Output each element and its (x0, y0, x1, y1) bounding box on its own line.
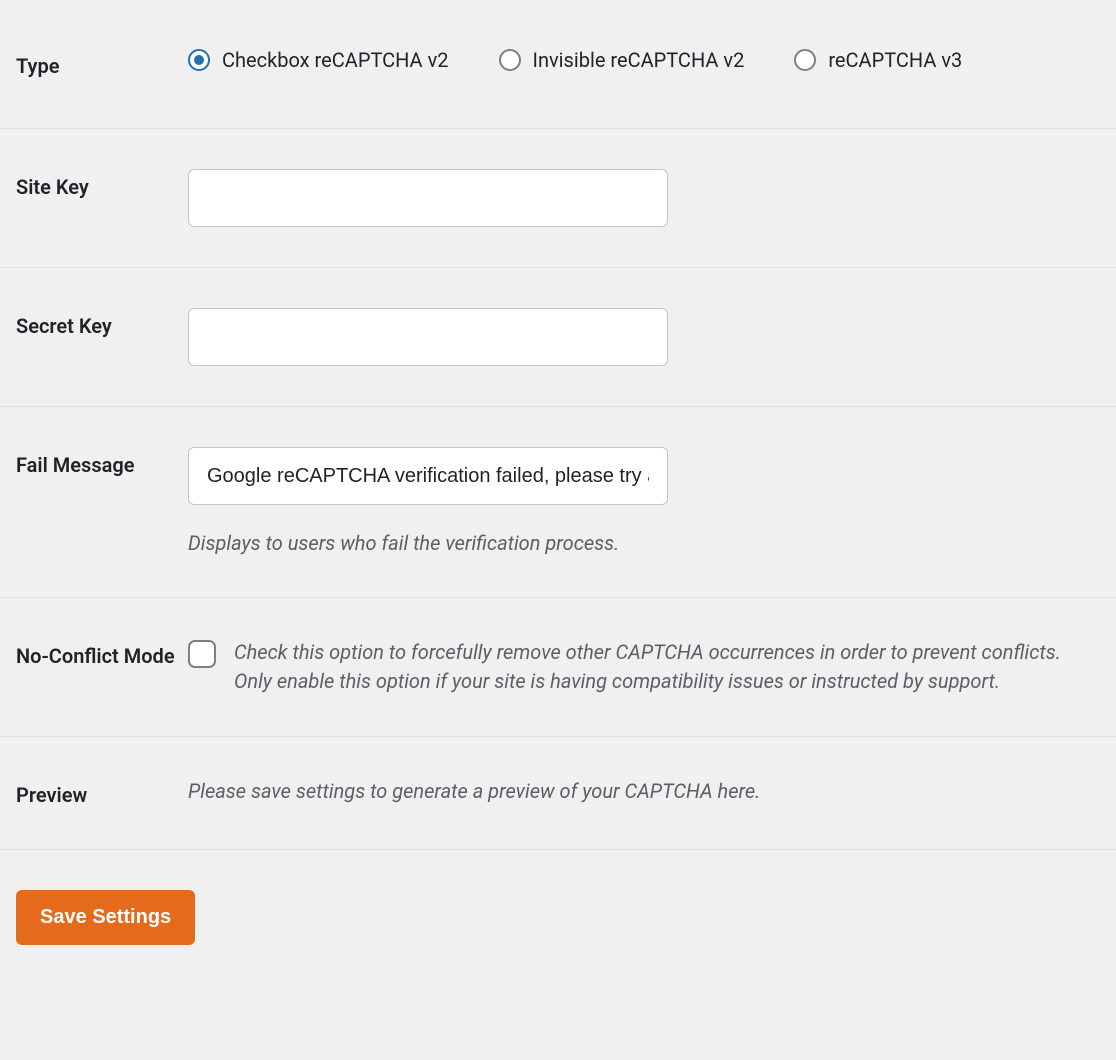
secret-key-input[interactable] (188, 308, 668, 366)
type-label: Type (16, 48, 188, 80)
radio-label: Checkbox reCAPTCHA v2 (222, 48, 449, 72)
radio-label: reCAPTCHA v3 (828, 48, 962, 72)
secret-key-label: Secret Key (16, 308, 188, 340)
site-key-content (188, 169, 1100, 227)
type-radio-invisible-v2[interactable]: Invisible reCAPTCHA v2 (499, 48, 745, 72)
preview-content: Please save settings to generate a previ… (188, 777, 1100, 805)
fail-message-label: Fail Message (16, 447, 188, 479)
no-conflict-label: No-Conflict Mode (16, 638, 188, 670)
type-content: Checkbox reCAPTCHA v2 Invisible reCAPTCH… (188, 48, 1100, 72)
radio-icon (188, 49, 210, 71)
preview-row: Preview Please save settings to generate… (0, 737, 1116, 850)
type-row: Type Checkbox reCAPTCHA v2 Invisible reC… (0, 0, 1116, 129)
preview-label: Preview (16, 777, 188, 809)
type-radio-checkbox-v2[interactable]: Checkbox reCAPTCHA v2 (188, 48, 449, 72)
no-conflict-content: Check this option to forcefully remove o… (188, 638, 1100, 696)
radio-label: Invisible reCAPTCHA v2 (533, 48, 745, 72)
no-conflict-description: Check this option to forcefully remove o… (234, 638, 1100, 696)
save-settings-button[interactable]: Save Settings (16, 890, 195, 945)
radio-icon (499, 49, 521, 71)
site-key-row: Site Key (0, 129, 1116, 268)
radio-icon (794, 49, 816, 71)
no-conflict-checkbox-wrap: Check this option to forcefully remove o… (188, 638, 1100, 696)
secret-key-row: Secret Key (0, 268, 1116, 407)
no-conflict-row: No-Conflict Mode Check this option to fo… (0, 598, 1116, 737)
fail-message-content: Displays to users who fail the verificat… (188, 447, 1100, 557)
fail-message-help: Displays to users who fail the verificat… (188, 529, 1100, 557)
site-key-label: Site Key (16, 169, 188, 201)
site-key-input[interactable] (188, 169, 668, 227)
no-conflict-checkbox[interactable] (188, 640, 216, 668)
secret-key-content (188, 308, 1100, 366)
fail-message-row: Fail Message Displays to users who fail … (0, 407, 1116, 598)
type-radio-v3[interactable]: reCAPTCHA v3 (794, 48, 962, 72)
fail-message-input[interactable] (188, 447, 668, 505)
save-row: Save Settings (0, 850, 1116, 961)
type-radio-group: Checkbox reCAPTCHA v2 Invisible reCAPTCH… (188, 48, 1100, 72)
preview-text: Please save settings to generate a previ… (188, 777, 1100, 805)
